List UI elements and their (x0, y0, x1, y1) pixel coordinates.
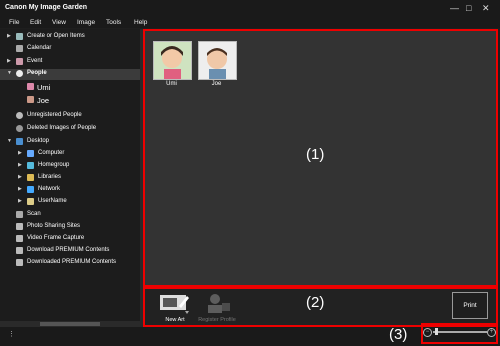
sidebar-item-homegroup[interactable]: ▶ Homegroup (0, 161, 140, 172)
sidebar-item-label: People (27, 70, 47, 76)
highlight-box-3 (421, 323, 498, 344)
deleted-people-icon (16, 125, 23, 132)
sidebar-item-desktop[interactable]: ▼ Desktop (0, 137, 140, 148)
menu-view[interactable]: View (52, 19, 66, 26)
person-photo-icon (27, 83, 34, 90)
menu-file[interactable]: File (9, 19, 19, 26)
collapse-arrow-icon[interactable]: ▼ (7, 138, 13, 144)
sidebar-item-label: Libraries (38, 174, 62, 180)
sidebar-item-label: Calendar (27, 45, 52, 51)
sidebar-item-libraries[interactable]: ▶ Libraries (0, 173, 140, 184)
menu-dots-icon[interactable]: ⋮ (8, 330, 15, 338)
network-icon (27, 186, 34, 193)
menu-bar: File Edit View Image Tools Help (0, 17, 500, 28)
minimize-icon[interactable]: — (450, 3, 459, 13)
collapse-arrow-icon[interactable]: ▼ (7, 70, 13, 76)
expand-arrow-icon[interactable]: ▶ (18, 174, 24, 180)
sidebar-item-download-premium-contents[interactable]: Download PREMIUM Contents (0, 246, 140, 257)
sidebar-item-username[interactable]: ▶ UserName (0, 197, 140, 208)
sidebar-item-video-frame-capture[interactable]: Video Frame Capture (0, 234, 140, 245)
sidebar-item-label: Unregistered People (27, 112, 82, 118)
sidebar-item-event[interactable]: ▶ Event (0, 57, 140, 68)
photo-sharing-icon (16, 223, 23, 230)
sidebar-item-label: Event (27, 58, 43, 64)
sidebar-item-people[interactable]: ▼ People (0, 69, 140, 80)
sidebar-item-calendar[interactable]: Calendar (0, 44, 140, 55)
scrollbar-thumb[interactable] (40, 322, 100, 326)
close-icon[interactable]: ✕ (482, 3, 490, 13)
sidebar-item-label: Umi (37, 83, 51, 92)
sidebar-item-label: Desktop (27, 138, 50, 144)
sidebar-item-label: Create or Open Items (27, 33, 85, 39)
sidebar-item-label: Video Frame Capture (27, 235, 85, 241)
sidebar-item-network[interactable]: ▶ Network (0, 185, 140, 196)
expand-arrow-icon[interactable]: ▶ (18, 162, 24, 168)
callout-3: (3) (389, 326, 408, 343)
sidebar-item-label: Downloaded PREMIUM Contents (27, 259, 117, 265)
sidebar-item-umi[interactable]: Umi (0, 82, 140, 93)
sidebar-item-label: UserName (38, 198, 67, 204)
user-folder-icon (27, 198, 34, 205)
download-icon (16, 247, 23, 254)
sidebar-item-create-or-open-items[interactable]: ▶ Create or Open Items (0, 32, 140, 43)
menu-image[interactable]: Image (77, 19, 95, 26)
title-bar: Canon My Image Garden — □ ✕ (0, 0, 500, 17)
callout-2: (2) (306, 294, 325, 311)
sidebar-item-joe[interactable]: Joe (0, 95, 140, 106)
sidebar-item-label: Homegroup (38, 162, 70, 168)
expand-arrow-icon[interactable]: ▶ (7, 33, 13, 39)
sidebar-item-label: Photo Sharing Sites (27, 223, 81, 229)
sidebar-item-unregistered-people[interactable]: Unregistered People (0, 111, 140, 122)
menu-edit[interactable]: Edit (30, 19, 41, 26)
expand-arrow-icon[interactable]: ▶ (7, 58, 13, 64)
people-icon (16, 70, 23, 77)
sidebar-item-downloaded-premium-contents[interactable]: Downloaded PREMIUM Contents (0, 258, 140, 269)
sidebar-item-deleted-images-of-people[interactable]: Deleted Images of People (0, 124, 140, 135)
app-title: Canon My Image Garden (5, 4, 88, 11)
computer-icon (27, 150, 34, 157)
sidebar-item-label: Network (38, 186, 61, 192)
sidebar-item-scan[interactable]: Scan (0, 210, 140, 221)
maximize-icon[interactable]: □ (466, 3, 471, 13)
downloaded-icon (16, 259, 23, 266)
create-items-icon (16, 33, 23, 40)
expand-arrow-icon[interactable]: ▶ (18, 150, 24, 156)
scan-icon (16, 211, 23, 218)
menu-tools[interactable]: Tools (106, 19, 121, 26)
sidebar-item-label: Deleted Images of People (27, 125, 97, 131)
expand-arrow-icon[interactable]: ▶ (18, 186, 24, 192)
homegroup-icon (27, 162, 34, 169)
person-photo-icon (27, 96, 34, 103)
unregistered-people-icon (16, 112, 23, 119)
calendar-icon (16, 45, 23, 52)
libraries-icon (27, 174, 34, 181)
sidebar-item-computer[interactable]: ▶ Computer (0, 149, 140, 160)
sidebar-item-label: Joe (37, 96, 50, 105)
expand-arrow-icon[interactable]: ▶ (18, 198, 24, 204)
folder-icon (16, 138, 23, 145)
sidebar-item-label: Computer (38, 150, 65, 156)
sidebar: ▶ Create or Open Items Calendar ▶ Event … (0, 29, 140, 321)
video-capture-icon (16, 235, 23, 242)
callout-1: (1) (306, 146, 325, 163)
sidebar-item-label: Download PREMIUM Contents (27, 247, 110, 253)
sidebar-item-photo-sharing-sites[interactable]: Photo Sharing Sites (0, 222, 140, 233)
sidebar-item-label: Scan (27, 211, 41, 217)
menu-help[interactable]: Help (134, 19, 147, 26)
event-icon (16, 58, 23, 65)
